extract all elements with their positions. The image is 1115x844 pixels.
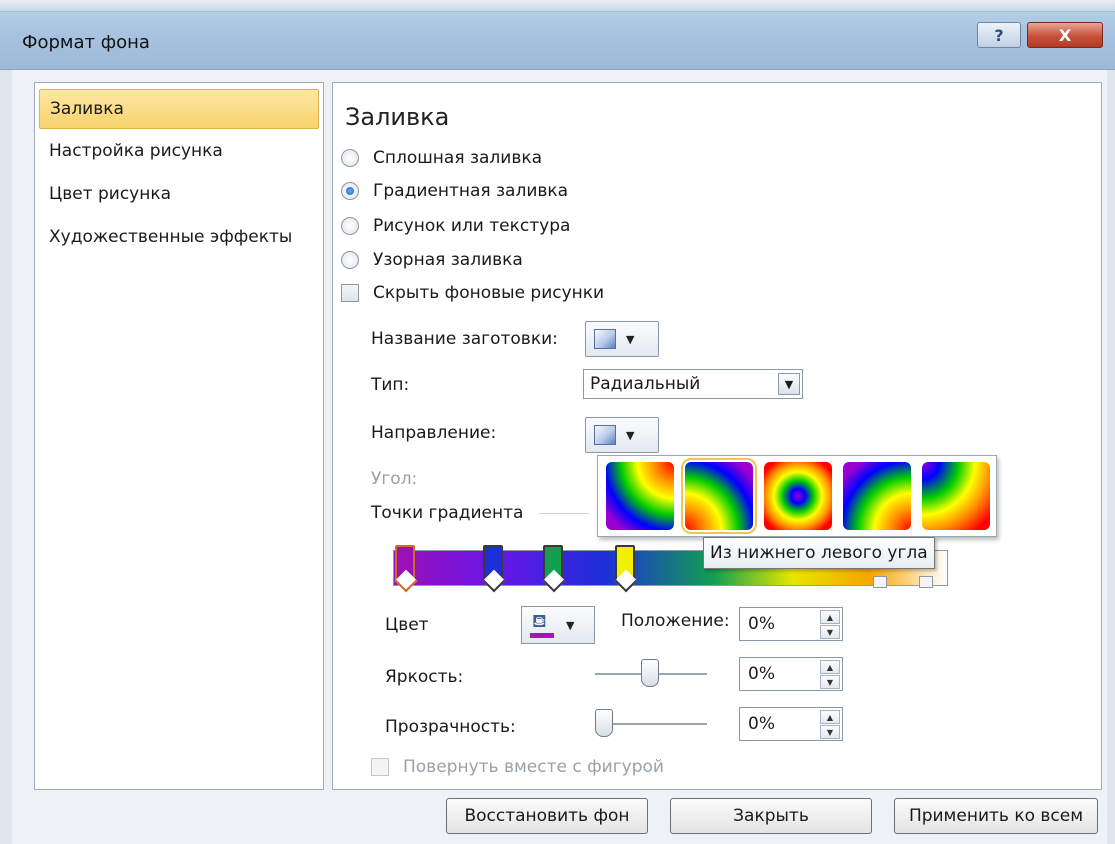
position-value[interactable]: 0% [748, 614, 775, 634]
direction-label: Направление: [371, 423, 497, 443]
spin-up-icon[interactable]: ▲ [820, 610, 840, 624]
chevron-down-icon[interactable]: ▼ [778, 373, 800, 395]
chevron-down-icon: ▼ [566, 618, 575, 632]
color-label: Цвет [385, 615, 429, 635]
close-window-button[interactable]: X [1027, 22, 1103, 48]
brightness-slider-thumb[interactable] [641, 659, 659, 687]
apply-to-all-button[interactable]: Применить ко всем [894, 798, 1098, 834]
picture-fill-radio[interactable] [341, 217, 359, 235]
gradient-fill-label: Градиентная заливка [373, 181, 569, 201]
gradient-stop[interactable] [543, 545, 563, 581]
gradient-stops-label: Точки градиента [371, 503, 524, 523]
position-label: Положение: [621, 611, 730, 631]
section-title: Заливка [345, 103, 450, 131]
solid-fill-label: Сплошная заливка [373, 148, 543, 168]
direction-option-bottom-right[interactable] [843, 462, 911, 530]
brightness-label: Яркость: [385, 667, 464, 687]
pattern-fill-option[interactable]: Узорная заливка [341, 250, 523, 270]
gradient-fill-option[interactable]: Градиентная заливка [341, 181, 568, 201]
gradient-stop[interactable] [395, 545, 415, 581]
hide-background-option[interactable]: Скрыть фоновые рисунки [341, 283, 604, 303]
type-label: Тип: [371, 375, 410, 395]
transparency-spinner[interactable]: 0% ▲ ▼ [739, 707, 843, 741]
picture-fill-option[interactable]: Рисунок или текстура [341, 216, 570, 236]
close-button[interactable]: Закрыть [670, 798, 872, 834]
angle-label: Угол: [371, 469, 418, 489]
direction-tooltip: Из нижнего левого угла [703, 537, 935, 569]
solid-fill-option[interactable]: Сплошная заливка [341, 148, 542, 168]
direction-option-top-left[interactable] [922, 462, 990, 530]
gradient-swatch-icon [594, 329, 616, 349]
direction-option-center[interactable] [764, 462, 832, 530]
direction-option-bottom-left[interactable] [681, 458, 757, 534]
paint-bucket-icon: ⛾ [528, 611, 556, 639]
spin-down-icon[interactable]: ▼ [820, 725, 840, 739]
gradient-stop[interactable] [483, 545, 503, 581]
rotate-with-shape-label: Повернуть вместе с фигурой [403, 757, 664, 777]
spin-down-icon[interactable]: ▼ [820, 625, 840, 639]
gradient-fill-radio[interactable] [341, 182, 359, 200]
brightness-spinner[interactable]: 0% ▲ ▼ [739, 657, 843, 691]
add-stop-button[interactable] [873, 576, 887, 588]
color-picker-button[interactable]: ⛾ ▼ [521, 606, 595, 644]
title-bar: Формат фона ? X [0, 0, 1115, 70]
nav-item-fill[interactable]: Заливка [39, 89, 319, 129]
pattern-fill-radio[interactable] [341, 251, 359, 269]
chevron-down-icon: ▼ [626, 332, 635, 346]
chevron-down-icon: ▼ [626, 428, 635, 442]
type-select-value: Радиальный [590, 374, 701, 394]
picture-fill-label: Рисунок или текстура [373, 216, 571, 236]
window-title: Формат фона [22, 32, 150, 53]
rotate-with-shape-checkbox [371, 758, 389, 776]
gradient-stop[interactable] [615, 545, 635, 581]
fill-panel: Заливка Сплошная заливка Градиентная зал… [332, 82, 1102, 790]
spin-up-icon[interactable]: ▲ [820, 710, 840, 724]
nav-item-picture-settings[interactable]: Настройка рисунка [39, 131, 319, 171]
direction-gallery [597, 455, 997, 537]
pattern-fill-label: Узорная заливка [373, 250, 523, 270]
preset-label: Название заготовки: [371, 329, 558, 349]
hide-background-label: Скрыть фоновые рисунки [373, 283, 605, 303]
category-list: Заливка Настройка рисунка Цвет рисунка Х… [34, 82, 324, 790]
transparency-label: Прозрачность: [385, 717, 516, 737]
spin-down-icon[interactable]: ▼ [820, 675, 840, 689]
hide-background-checkbox[interactable] [341, 284, 359, 302]
preset-dropdown[interactable]: ▼ [585, 321, 659, 357]
rotate-with-shape-option: Повернуть вместе с фигурой [371, 757, 664, 777]
help-button[interactable]: ? [977, 22, 1021, 48]
nav-item-artistic-effects[interactable]: Художественные эффекты [39, 217, 319, 257]
spin-up-icon[interactable]: ▲ [820, 660, 840, 674]
brightness-value[interactable]: 0% [748, 664, 775, 684]
background-window-strip [0, 0, 1115, 12]
direction-option-top-right[interactable] [606, 462, 674, 530]
separator [539, 513, 589, 514]
transparency-slider-thumb[interactable] [595, 709, 613, 737]
solid-fill-radio[interactable] [341, 149, 359, 167]
nav-item-picture-color[interactable]: Цвет рисунка [39, 174, 319, 214]
dialog-body: Заливка Настройка рисунка Цвет рисунка Х… [12, 70, 1107, 844]
remove-stop-button[interactable] [919, 576, 933, 588]
gradient-swatch-icon [594, 425, 616, 445]
position-spinner[interactable]: 0% ▲ ▼ [739, 607, 843, 641]
reset-background-button[interactable]: Восстановить фон [446, 798, 648, 834]
type-select[interactable]: Радиальный ▼ [583, 369, 803, 399]
direction-dropdown[interactable]: ▼ [585, 417, 659, 453]
transparency-value[interactable]: 0% [748, 714, 775, 734]
